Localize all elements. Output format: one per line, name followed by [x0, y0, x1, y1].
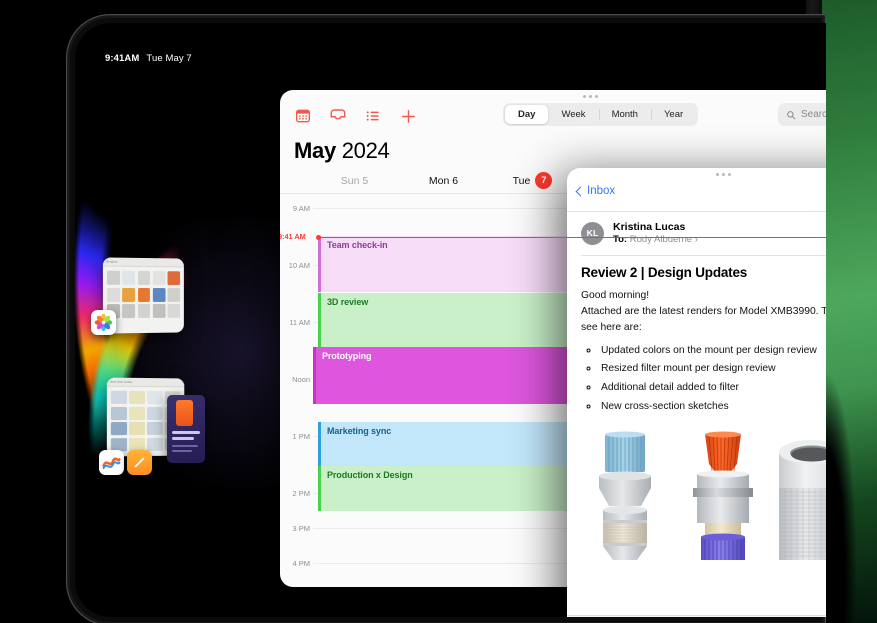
photos-icon[interactable]: [91, 310, 116, 335]
hour-label: 10 AM: [288, 261, 310, 270]
event-title: 3D review: [327, 297, 369, 307]
render-orange-ribbed[interactable]: [679, 430, 767, 561]
freeform-icon[interactable]: [99, 450, 124, 475]
background-wall-green: [820, 0, 877, 623]
mail-navbar: Inbox: [567, 168, 826, 204]
back-to-inbox-button[interactable]: Inbox: [575, 185, 616, 197]
list-item: Additional detail added to filter: [599, 380, 826, 396]
mail-window: Inbox KL Kristina Lucas To: Rody Albuern…: [567, 168, 826, 617]
to-label: To:: [613, 233, 628, 245]
render-mesh-cylinder[interactable]: [777, 430, 826, 561]
event-title: Marketing sync: [327, 426, 392, 436]
back-label: Inbox: [587, 185, 616, 197]
screenshot-root: 9:41AM Tue May 7 Renders New User Guide …: [0, 0, 877, 623]
mail-paragraph: Attached are the latest renders for Mode…: [581, 305, 826, 317]
avatar: KL: [581, 221, 604, 245]
pages-icon[interactable]: [127, 450, 152, 475]
hour-label: Noon: [292, 375, 310, 384]
current-time-indicator: 9:41 AM: [280, 232, 826, 241]
hour-label: 3 PM: [292, 524, 310, 533]
ipad-device: 9:41AM Tue May 7 Renders New User Guide …: [66, 14, 826, 623]
current-time-label: 9:41 AM: [280, 232, 306, 241]
sender-name: Kristina Lucas: [613, 220, 686, 233]
mail-attachments: [567, 418, 826, 561]
mail-subject: Review 2 | Design Updates: [581, 264, 748, 280]
status-bar: 9:41AM Tue May 7: [105, 53, 192, 64]
freeform-window-thumbnail[interactable]: New User Guide: [99, 377, 205, 475]
tab-month[interactable]: Month: [598, 105, 651, 124]
guide-card-thumbnail: [167, 395, 205, 463]
mail-paragraph-cont: see here are:: [581, 321, 642, 333]
disclosure-icon[interactable]: ›: [695, 234, 698, 245]
calendar-icon[interactable]: [294, 107, 312, 125]
list-item: New cross-section sketches: [599, 399, 826, 415]
hour-label: 11 AM: [289, 318, 310, 327]
search-placeholder: Search: [801, 109, 826, 120]
inbox-icon[interactable]: [329, 107, 347, 125]
calendar-month: May: [294, 138, 336, 163]
page-title: May 2024: [280, 132, 826, 168]
day-header-tue-label: Tue: [512, 174, 531, 187]
hour-label: 4 PM: [292, 559, 310, 568]
list-icon[interactable]: [364, 107, 382, 125]
calendar-view-switcher[interactable]: Day Week Month Year: [503, 103, 699, 126]
tab-year[interactable]: Year: [650, 105, 696, 124]
hour-label: 2 PM: [292, 489, 310, 498]
plus-icon[interactable]: [399, 107, 417, 125]
day-header-sun[interactable]: Sun 5: [310, 175, 399, 187]
calendar-year: 2024: [341, 138, 390, 163]
day-header-mon[interactable]: Mon 6: [399, 175, 488, 187]
mail-greeting: Good morning!: [581, 289, 650, 301]
chevron-left-icon: [575, 186, 586, 196]
recipient-row: To: Rody Albuerne ›: [613, 234, 698, 246]
hour-label: 9 AM: [292, 204, 310, 213]
render-blue-ribbed[interactable]: [581, 430, 669, 561]
mail-body: Good morning! Attached are the latest re…: [567, 280, 826, 416]
tab-week[interactable]: Week: [548, 105, 598, 124]
status-bar-date: Tue May 7: [146, 53, 192, 64]
hour-label: 1 PM: [292, 432, 310, 441]
mail-bullet-list: Updated colors on the mount per design r…: [599, 343, 826, 416]
search-icon: [787, 110, 796, 119]
today-badge: 7: [535, 172, 553, 189]
list-item: Updated colors on the mount per design r…: [599, 343, 826, 359]
photos-window-thumbnail[interactable]: Renders: [91, 257, 185, 335]
day-header-tue[interactable]: Tue 7: [488, 172, 577, 189]
tab-day[interactable]: Day: [505, 105, 549, 124]
status-bar-time: 9:41AM: [105, 53, 140, 64]
event-title: Production x Design: [327, 470, 413, 480]
mail-toolbar: [567, 615, 826, 617]
calendar-toolbar: Day Week Month Year Search: [280, 90, 826, 132]
ipad-screen: 9:41AM Tue May 7 Renders New User Guide …: [75, 23, 826, 617]
search-input[interactable]: Search: [778, 103, 826, 126]
list-item: Resized filter mount per design review: [599, 361, 826, 377]
recipient-name: Rody Albuerne: [629, 233, 693, 245]
mail-sender-row[interactable]: KL Kristina Lucas To: Rody Albuerne ›: [567, 212, 826, 255]
event-title: Prototyping: [322, 351, 372, 361]
event-title: Team check-in: [327, 240, 388, 250]
